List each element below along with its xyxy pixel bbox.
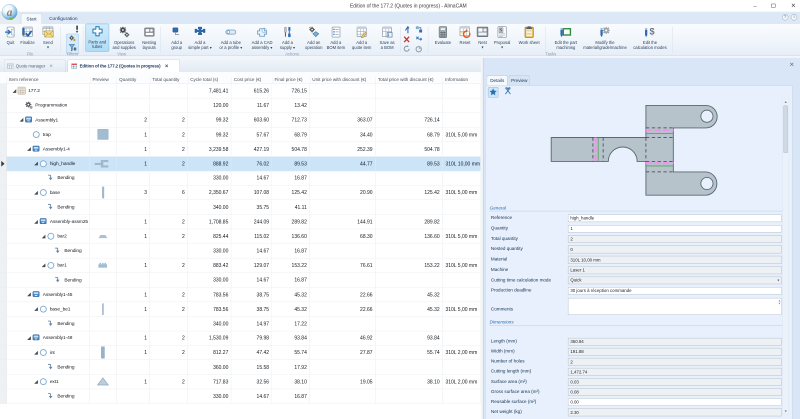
svg-text:$: $ — [650, 26, 655, 36]
svg-text:$: $ — [500, 27, 503, 32]
